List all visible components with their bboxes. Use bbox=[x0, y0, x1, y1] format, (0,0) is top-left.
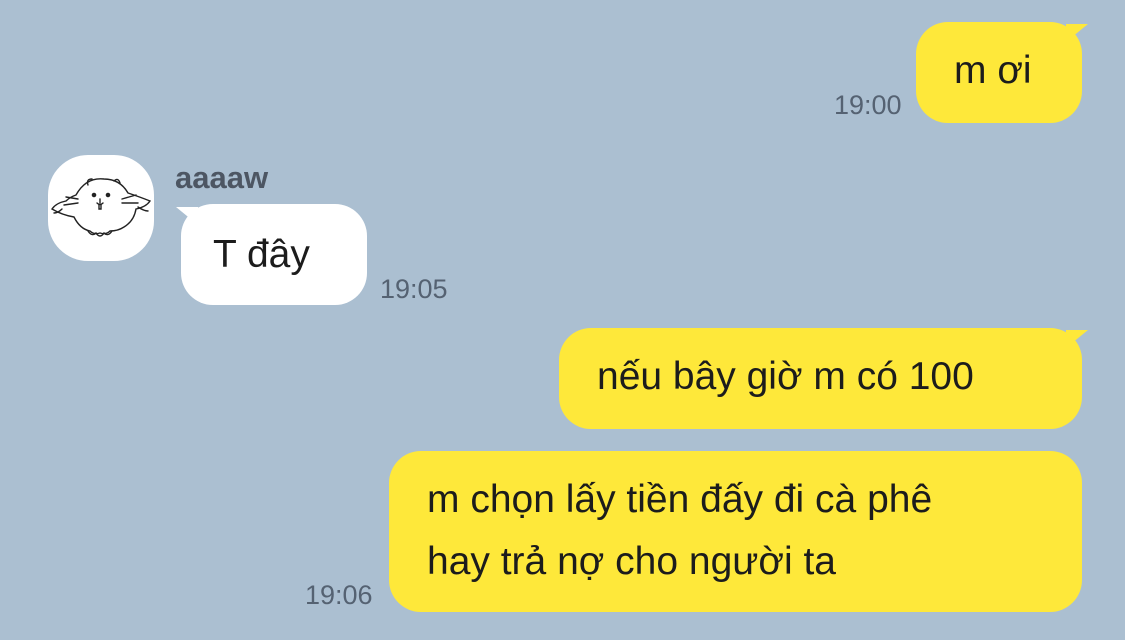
message-text: nếu bây giờ m có 100 bbox=[597, 355, 974, 398]
hamster-sketch-icon bbox=[51, 178, 152, 237]
message-text: T đây bbox=[213, 233, 310, 276]
chat-area[interactable]: 19:00 m ơi aaaaw T đây 19:05 nếu bây giờ… bbox=[0, 0, 1125, 640]
message-text-line: hay trả nợ cho người ta bbox=[427, 540, 836, 583]
message-text-line: m chọn lấy tiền đấy đi cà phê bbox=[427, 478, 933, 521]
message-timestamp: 19:05 bbox=[380, 274, 448, 304]
message-timestamp: 19:00 bbox=[834, 90, 902, 120]
bubble-tail bbox=[1066, 330, 1088, 348]
message-timestamp: 19:06 bbox=[305, 580, 373, 610]
incoming-message-bubble[interactable]: T đây bbox=[181, 204, 367, 305]
outgoing-message-bubble[interactable]: m ơi bbox=[916, 22, 1082, 123]
outgoing-message-bubble[interactable]: nếu bây giờ m có 100 bbox=[559, 328, 1082, 429]
bubble-tail bbox=[1066, 24, 1088, 42]
message-text: m ơi bbox=[954, 49, 1032, 92]
outgoing-message-bubble[interactable]: m chọn lấy tiền đấy đi cà phê hay trả nợ… bbox=[389, 451, 1082, 612]
contact-avatar[interactable] bbox=[48, 155, 154, 261]
sender-name: aaaaw bbox=[175, 160, 269, 195]
